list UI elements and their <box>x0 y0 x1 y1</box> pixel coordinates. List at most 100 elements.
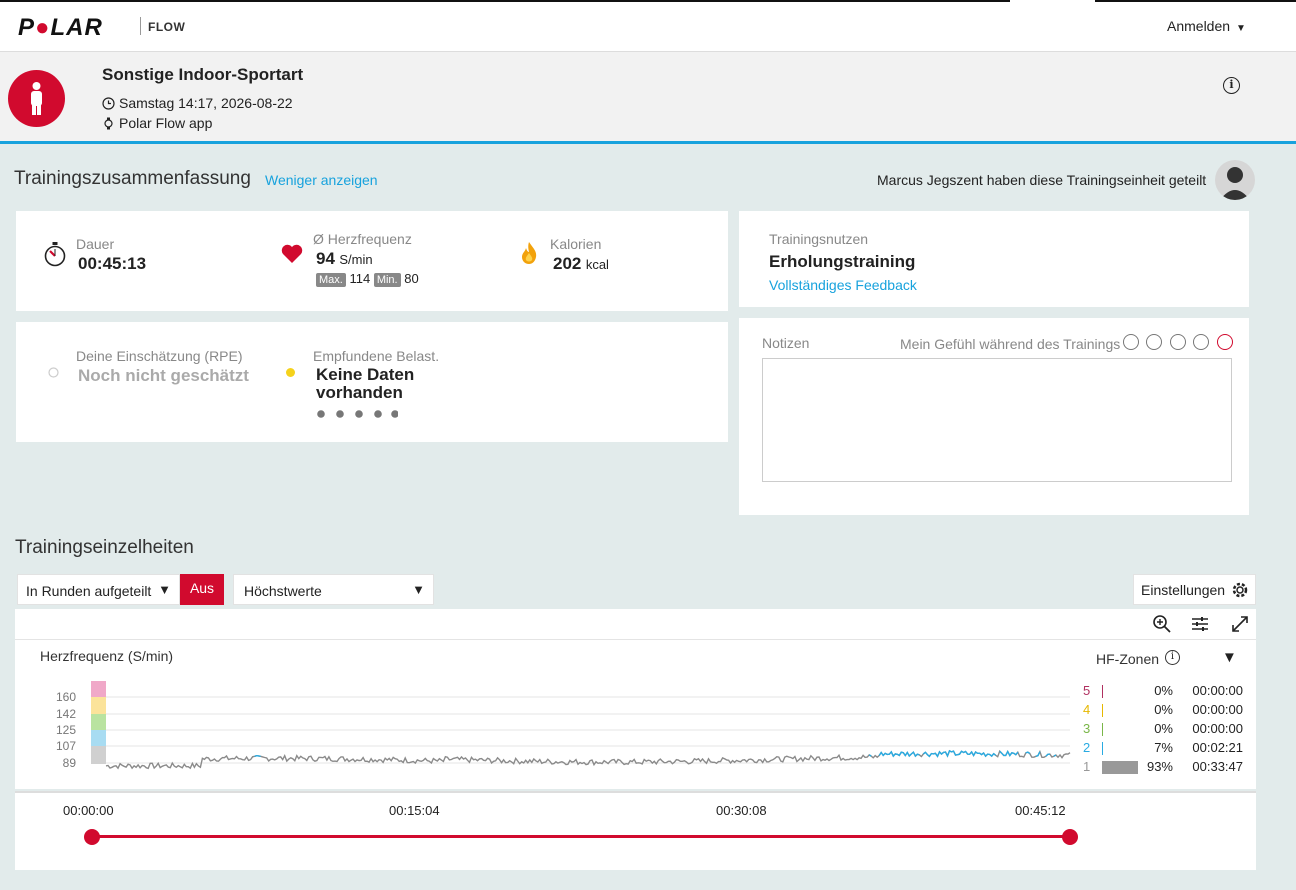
y-tick-label: 107 <box>56 739 76 753</box>
calories-value-row: 202 kcal <box>553 254 609 274</box>
rpe-value[interactable]: Noch nicht geschätzt <box>78 366 249 386</box>
hr-zone2-segment <box>999 749 1019 757</box>
hr-min-value: 80 <box>404 271 419 286</box>
show-less-link[interactable]: Weniger anzeigen <box>265 172 378 188</box>
rpe-card: Deine Einschätzung (RPE) Noch nicht gesc… <box>16 322 728 442</box>
zone-time: 00:00:00 <box>1192 702 1243 717</box>
timeline-label-3: 00:30:08 <box>716 803 767 818</box>
y-tick-label: 125 <box>56 723 76 737</box>
zone-band <box>91 697 106 714</box>
calories-unit: kcal <box>585 257 609 272</box>
y-tick-label: 142 <box>56 707 76 721</box>
benefit-label: Trainingsnutzen <box>769 231 869 247</box>
session-header: Sonstige Indoor-Sportart Samstag 14:17, … <box>0 52 1296 144</box>
top-progress-line-right <box>1095 0 1296 2</box>
logo-divider <box>140 17 141 35</box>
zone-bar <box>1102 704 1103 717</box>
avatar[interactable] <box>1215 160 1255 200</box>
zone-bar <box>1102 761 1138 774</box>
hr-zone2-segment <box>922 749 997 758</box>
sport-icon <box>8 70 65 127</box>
session-date: Samstag 14:17, 2026-08-22 <box>102 95 293 111</box>
heart-icon <box>281 244 303 263</box>
very-happy-face-icon[interactable] <box>1216 333 1233 350</box>
zone-row-4: 4 0% 00:00:00 <box>1083 702 1253 719</box>
zones-dropdown-caret-icon[interactable]: ▼ <box>1222 649 1237 666</box>
timeline-label-2: 00:15:04 <box>389 803 440 818</box>
zone-percent: 0% <box>1154 702 1173 717</box>
zone-number: 4 <box>1083 702 1091 717</box>
hr-label: Ø Herzfrequenz <box>313 231 412 247</box>
zones-info-icon[interactable]: i <box>1165 650 1180 665</box>
sport-title: Sonstige Indoor-Sportart <box>102 65 304 84</box>
notes-label: Notizen <box>762 335 810 351</box>
notes-textarea[interactable] <box>762 358 1232 482</box>
zone-row-2: 2 7% 00:02:21 <box>1083 740 1253 757</box>
load-value-line2: vorhanden <box>316 383 403 402</box>
values-select[interactable]: Höchstwerte ▼ <box>233 574 434 605</box>
shared-by-text: Marcus Jegszent haben diese Trainingsein… <box>877 172 1207 188</box>
zone-time: 00:02:21 <box>1192 740 1243 755</box>
zone-number: 2 <box>1083 740 1091 755</box>
info-icon[interactable]: i <box>1223 77 1240 94</box>
clock-icon <box>102 96 115 110</box>
zone-time: 00:33:47 <box>1192 759 1243 774</box>
load-value: Keine Daten vorhanden <box>316 366 414 402</box>
timeline-range-bar <box>92 835 1070 838</box>
timeline-end-handle[interactable] <box>1062 829 1078 845</box>
login-menu[interactable]: Anmelden ▼ <box>1167 18 1246 34</box>
zone-time: 00:00:00 <box>1192 683 1243 698</box>
load-dot-icon <box>286 368 295 377</box>
hr-zone2-segment <box>1035 751 1041 757</box>
top-progress-line <box>0 0 1010 2</box>
zone-row-5: 5 0% 00:00:00 <box>1083 683 1253 700</box>
filter-sliders-icon[interactable] <box>1191 615 1209 633</box>
laps-select[interactable]: In Runden aufgeteilt ▼ <box>17 574 180 605</box>
calories-label: Kalorien <box>550 236 602 252</box>
load-label: Empfundene Belast. <box>313 348 440 364</box>
timeline-start-handle[interactable] <box>84 829 100 845</box>
zoom-in-icon[interactable] <box>1152 614 1172 634</box>
zone-number: 1 <box>1083 759 1091 774</box>
zone-number: 5 <box>1083 683 1091 698</box>
zone-number: 3 <box>1083 721 1091 736</box>
flow-product-label: FLOW <box>148 20 186 34</box>
zone-band <box>91 746 106 764</box>
hr-max-badge: Max. <box>316 273 346 287</box>
stopwatch-icon <box>44 242 66 267</box>
sad-face-icon[interactable] <box>1146 333 1163 350</box>
feeling-smileys <box>1120 333 1233 351</box>
caret-down-icon: ▼ <box>412 582 425 597</box>
very-sad-face-icon[interactable] <box>1123 333 1139 350</box>
session-date-text: Samstag 14:17, 2026-08-22 <box>119 95 293 111</box>
neutral-face-icon[interactable] <box>1169 333 1186 350</box>
laps-select-value: In Runden aufgeteilt <box>26 583 152 599</box>
laps-toggle-button[interactable]: Aus <box>180 574 224 605</box>
polar-logo[interactable]: P●LAR <box>18 14 103 42</box>
hr-zones-label: HF-Zonen <box>1096 651 1160 667</box>
settings-label: Einstellungen <box>1141 582 1226 598</box>
duration-label: Dauer <box>76 236 115 252</box>
settings-button[interactable]: Einstellungen <box>1133 574 1256 605</box>
feeling-label: Mein Gefühl während des Trainings <box>900 336 1121 352</box>
load-rating-dots[interactable] <box>316 406 399 424</box>
hr-value-row: 94 S/min <box>316 249 373 269</box>
chart-title: Herzfrequenz (S/min) <box>40 648 174 664</box>
expand-icon[interactable] <box>1231 615 1249 633</box>
happy-face-icon[interactable] <box>1193 333 1210 350</box>
summary-title: Trainingszusammenfassung <box>14 168 251 189</box>
rpe-dot-icon <box>48 367 59 378</box>
zone-row-3: 3 0% 00:00:00 <box>1083 721 1253 738</box>
full-feedback-link[interactable]: Vollständiges Feedback <box>769 277 917 293</box>
zone-band <box>91 681 106 697</box>
hr-unit: S/min <box>339 252 373 267</box>
hr-minmax: Max. 114 Min. 80 <box>316 271 419 287</box>
zone-percent: 0% <box>1154 683 1173 698</box>
hr-zone2-segment <box>1053 754 1057 757</box>
gear-icon <box>1232 582 1248 598</box>
benefit-value: Erholungstraining <box>769 252 916 271</box>
watch-icon <box>104 117 113 129</box>
timeline-end-label: 00:45:12 <box>1015 803 1066 818</box>
rpe-label: Deine Einschätzung (RPE) <box>76 348 243 364</box>
y-tick-label: 160 <box>56 690 76 704</box>
